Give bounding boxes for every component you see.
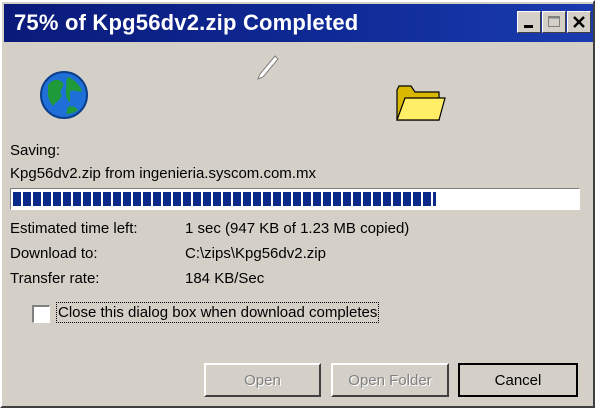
- saving-label: Saving:: [10, 142, 61, 159]
- open-button[interactable]: Open: [204, 363, 321, 397]
- transfer-rate-label: Transfer rate:: [10, 270, 100, 287]
- estimated-time-label: Estimated time left:: [10, 220, 138, 237]
- maximize-icon: [548, 16, 560, 27]
- download-dialog: 75% of Kpg56dv2.zip Completed Saving: Kp…: [0, 0, 595, 408]
- close-button[interactable]: [567, 11, 591, 33]
- window-title: 75% of Kpg56dv2.zip Completed: [14, 10, 359, 35]
- estimated-time-value: 1 sec (947 KB of 1.23 MB copied): [185, 220, 410, 237]
- open-folder-button[interactable]: Open Folder: [331, 363, 449, 397]
- folder-icon: [396, 85, 446, 121]
- minimize-icon: [524, 25, 533, 28]
- progress-bar: [10, 188, 580, 210]
- cancel-button-label: Cancel: [494, 372, 542, 389]
- flying-paper-icon: [257, 55, 279, 80]
- open-folder-button-label: Open Folder: [348, 372, 432, 389]
- close-when-done-checkbox[interactable]: [32, 305, 50, 323]
- cancel-button[interactable]: Cancel: [458, 363, 578, 397]
- open-button-label: Open: [244, 372, 281, 389]
- globe-icon: [40, 71, 88, 119]
- minimize-button[interactable]: [517, 11, 541, 33]
- progress-fill: [13, 192, 436, 206]
- close-when-done-label[interactable]: Close this dialog box when download comp…: [55, 302, 380, 323]
- download-to-value: C:\zips\Kpg56dv2.zip: [185, 245, 326, 262]
- title-bar[interactable]: 75% of Kpg56dv2.zip Completed: [4, 4, 593, 42]
- transfer-rate-value: 184 KB/Sec: [185, 270, 265, 287]
- download-to-label: Download to:: [10, 245, 98, 262]
- close-icon: [573, 16, 585, 28]
- maximize-button[interactable]: [542, 11, 566, 33]
- download-source: Kpg56dv2.zip from ingenieria.syscom.com.…: [10, 165, 316, 182]
